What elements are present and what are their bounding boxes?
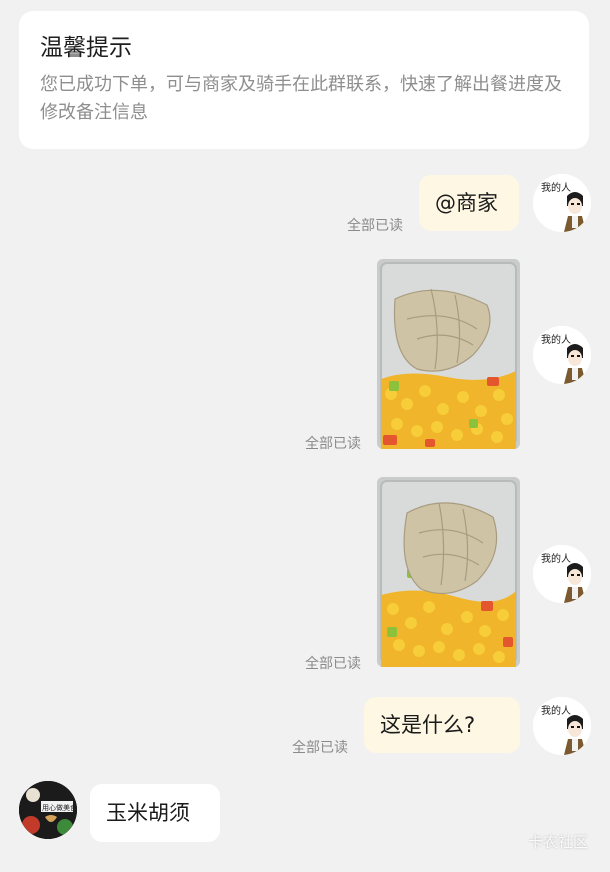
avatar-illustration-icon: 我的人 [533, 326, 591, 384]
avatar-illustration-icon: 我的人 [533, 174, 591, 232]
merchant-logo-icon: 用心做美食 [19, 781, 77, 839]
message-image[interactable] [377, 477, 520, 667]
message-text: 这是什么? [380, 713, 476, 737]
avatar-caption: 我的人 [541, 704, 571, 717]
food-photo-icon [377, 259, 520, 449]
self-avatar[interactable]: 我的人 [533, 174, 591, 232]
notice-card: 温馨提示 您已成功下单，可与商家及骑手在此群联系，快速了解出餐进度及修改备注信息 [19, 11, 589, 149]
food-photo-icon [377, 477, 520, 667]
message-bubble-self[interactable]: @商家 [419, 175, 519, 231]
avatar-caption: 我的人 [541, 552, 571, 565]
avatar-caption: 我的人 [541, 333, 571, 346]
read-status: 全部已读 [292, 740, 348, 756]
read-status: 全部已读 [305, 656, 361, 672]
message-text: @商家 [435, 191, 498, 215]
message-image[interactable] [377, 259, 520, 449]
message-text: 玉米胡须 [106, 801, 190, 825]
message-bubble-merchant[interactable]: 玉米胡须 [90, 784, 220, 842]
notice-body: 您已成功下单，可与商家及骑手在此群联系，快速了解出餐进度及修改备注信息 [40, 74, 562, 123]
avatar-illustration-icon: 我的人 [533, 545, 591, 603]
self-avatar[interactable]: 我的人 [533, 326, 591, 384]
self-avatar[interactable]: 我的人 [533, 697, 591, 755]
message-bubble-self[interactable]: 这是什么? [364, 697, 520, 753]
watermark: 卡农社区 [527, 833, 588, 851]
self-avatar[interactable]: 我的人 [533, 545, 591, 603]
merchant-logo-text: 用心做美食 [42, 803, 77, 812]
merchant-avatar[interactable]: 用心做美食 [19, 781, 77, 839]
avatar-caption: 我的人 [541, 181, 571, 194]
avatar-illustration-icon: 我的人 [533, 697, 591, 755]
read-status: 全部已读 [347, 218, 403, 234]
read-status: 全部已读 [305, 436, 361, 452]
notice-title: 温馨提示 [40, 35, 132, 61]
